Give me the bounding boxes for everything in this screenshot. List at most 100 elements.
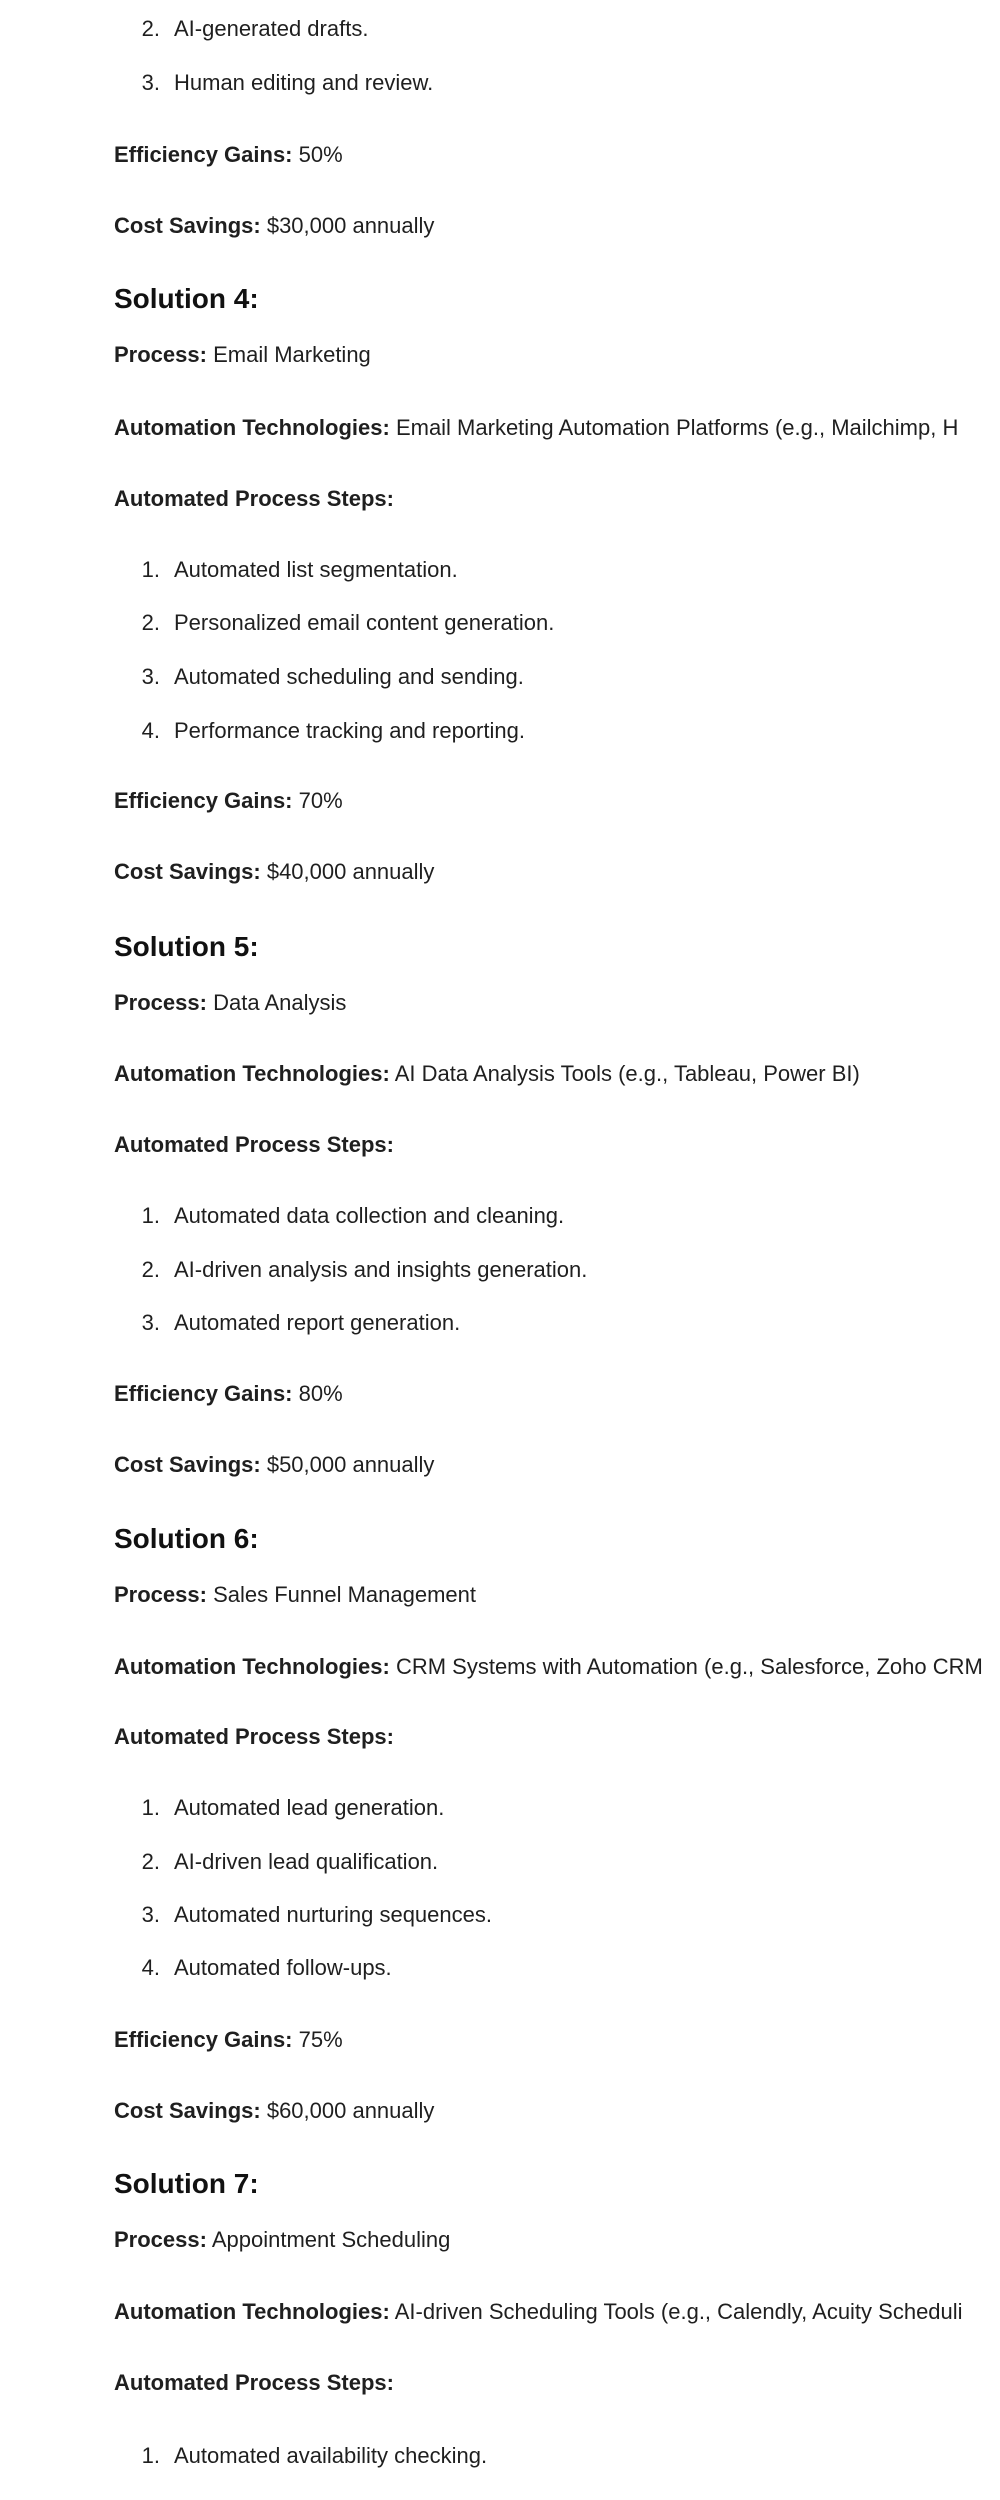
savings-label: Cost Savings: bbox=[114, 1452, 261, 1477]
list-item: 4. Performance tracking and reporting. bbox=[114, 716, 525, 746]
process-value: Email Marketing bbox=[213, 342, 371, 367]
list-item: 3. Automated nurturing sequences. bbox=[114, 1900, 492, 1930]
list-text: AI-driven lead qualification. bbox=[174, 1849, 439, 1874]
list-text: AI-generated drafts. bbox=[174, 16, 369, 41]
steps-heading: Automated Process Steps: bbox=[114, 1722, 394, 1752]
list-number: 3. bbox=[141, 1902, 160, 1927]
list-text: Automated data collection and cleaning. bbox=[174, 1203, 565, 1228]
solution-heading: Solution 5: bbox=[114, 931, 259, 962]
technologies-value: AI Data Analysis Tools (e.g., Tableau, P… bbox=[394, 1061, 860, 1086]
process-label: Process: bbox=[114, 1582, 207, 1607]
list-item: 1. Automated data collection and cleaning… bbox=[114, 1201, 565, 1231]
efficiency-gains: Efficiency Gains: 50% bbox=[114, 140, 343, 170]
list-text: Automated lead generation. bbox=[174, 1795, 445, 1820]
steps-label: Automated Process Steps: bbox=[114, 486, 394, 511]
list-text: Automated report generation. bbox=[174, 1310, 461, 1335]
technologies-line: Automation Technologies: Email Marketing… bbox=[114, 413, 958, 443]
process-value: Appointment Scheduling bbox=[211, 2227, 451, 2252]
document-content: 2. AI-generated drafts. 3. Human editing a… bbox=[0, 0, 1000, 2500]
efficiency-value: 50% bbox=[298, 142, 343, 167]
list-item: 1. Automated lead generation. bbox=[114, 1793, 445, 1823]
list-number: 4. bbox=[141, 718, 160, 743]
list-number: 2. bbox=[141, 1257, 160, 1282]
efficiency-label: Efficiency Gains: bbox=[114, 788, 293, 813]
process-line: Process: Sales Funnel Management bbox=[114, 1580, 476, 1610]
list-text: AI-driven analysis and insights generati… bbox=[174, 1257, 588, 1282]
technologies-label: Automation Technologies: bbox=[114, 1654, 390, 1679]
list-item: 3. Automated report generation. bbox=[114, 1308, 461, 1338]
efficiency-gains: Efficiency Gains: 80% bbox=[114, 1379, 343, 1409]
solution-heading: Solution 4: bbox=[114, 283, 259, 314]
efficiency-value: 70% bbox=[298, 788, 343, 813]
savings-label: Cost Savings: bbox=[114, 859, 261, 884]
process-line: Process: Email Marketing bbox=[114, 340, 371, 370]
technologies-line: Automation Technologies: AI-driven Sched… bbox=[114, 2297, 963, 2327]
list-number: 4. bbox=[141, 1955, 160, 1980]
process-line: Process: Appointment Scheduling bbox=[114, 2225, 450, 2255]
technologies-value: CRM Systems with Automation (e.g., Sales… bbox=[395, 1654, 983, 1679]
efficiency-label: Efficiency Gains: bbox=[114, 2027, 293, 2052]
savings-value: $50,000 annually bbox=[266, 1452, 435, 1477]
list-item: 3. Automated scheduling and sending. bbox=[114, 662, 524, 692]
efficiency-label: Efficiency Gains: bbox=[114, 1381, 293, 1406]
technologies-value: Email Marketing Automation Platforms (e.… bbox=[395, 415, 959, 440]
cost-savings: Cost Savings: $50,000 annually bbox=[114, 1450, 434, 1480]
process-line: Process: Data Analysis bbox=[114, 988, 346, 1018]
list-item: 2. AI-driven lead qualification. bbox=[114, 1847, 439, 1877]
cost-savings: Cost Savings: $60,000 annually bbox=[114, 2096, 434, 2126]
list-item: 2. Personalized email content generation. bbox=[114, 608, 555, 638]
savings-label: Cost Savings: bbox=[114, 2098, 261, 2123]
list-number: 2. bbox=[141, 16, 160, 41]
savings-value: $60,000 annually bbox=[266, 2098, 435, 2123]
process-value: Data Analysis bbox=[213, 990, 347, 1015]
list-item: 1. Automated list segmentation. bbox=[114, 555, 458, 585]
technologies-label: Automation Technologies: bbox=[114, 1061, 390, 1086]
technologies-line: Automation Technologies: CRM Systems wit… bbox=[114, 1652, 983, 1682]
list-text: Human editing and review. bbox=[174, 70, 434, 95]
list-text: Performance tracking and reporting. bbox=[174, 718, 525, 743]
list-number: 3. bbox=[141, 664, 160, 689]
list-text: Automated list segmentation. bbox=[174, 557, 458, 582]
process-value: Sales Funnel Management bbox=[213, 1582, 477, 1607]
list-text: Automated scheduling and sending. bbox=[174, 664, 524, 689]
list-item: 2. AI-generated drafts. bbox=[114, 14, 369, 44]
list-number: 1. bbox=[141, 1795, 160, 1820]
process-label: Process: bbox=[114, 342, 207, 367]
list-number: 2. bbox=[141, 610, 160, 635]
list-number: 3. bbox=[141, 1310, 160, 1335]
steps-heading: Automated Process Steps: bbox=[114, 484, 394, 514]
list-text: Automated nurturing sequences. bbox=[174, 1902, 492, 1927]
list-item: 3. Human editing and review. bbox=[114, 68, 434, 98]
list-item: 1. Automated availability checking. bbox=[114, 2441, 487, 2471]
list-number: 1. bbox=[141, 557, 160, 582]
savings-value: $30,000 annually bbox=[266, 213, 435, 238]
solution-heading: Solution 7: bbox=[114, 2168, 259, 2199]
list-text: Automated availability checking. bbox=[174, 2443, 488, 2468]
solution-heading: Solution 6: bbox=[114, 1523, 259, 1554]
list-text: Personalized email content generation. bbox=[174, 610, 555, 635]
savings-value: $40,000 annually bbox=[266, 859, 435, 884]
efficiency-gains: Efficiency Gains: 75% bbox=[114, 2025, 343, 2055]
list-item: 4. Automated follow-ups. bbox=[114, 1953, 392, 1983]
process-label: Process: bbox=[114, 2227, 207, 2252]
technologies-label: Automation Technologies: bbox=[114, 415, 390, 440]
list-number: 1. bbox=[141, 2443, 160, 2468]
efficiency-label: Efficiency Gains: bbox=[114, 142, 293, 167]
technologies-line: Automation Technologies: AI Data Analysi… bbox=[114, 1059, 860, 1089]
efficiency-value: 75% bbox=[298, 2027, 343, 2052]
technologies-label: Automation Technologies: bbox=[114, 2299, 390, 2324]
list-item: 2. AI-driven analysis and insights genera… bbox=[114, 1255, 588, 1285]
list-number: 3. bbox=[141, 70, 160, 95]
steps-label: Automated Process Steps: bbox=[114, 1724, 394, 1749]
steps-label: Automated Process Steps: bbox=[114, 1132, 394, 1157]
technologies-value: AI-driven Scheduling Tools (e.g., Calend… bbox=[394, 2299, 963, 2324]
cost-savings: Cost Savings: $30,000 annually bbox=[114, 211, 434, 241]
list-number: 1. bbox=[141, 1203, 160, 1228]
steps-heading: Automated Process Steps: bbox=[114, 1130, 394, 1160]
list-number: 2. bbox=[141, 1849, 160, 1874]
cost-savings: Cost Savings: $40,000 annually bbox=[114, 857, 434, 887]
list-text: Automated follow-ups. bbox=[174, 1955, 392, 1980]
steps-heading: Automated Process Steps: bbox=[114, 2368, 394, 2398]
efficiency-value: 80% bbox=[298, 1381, 343, 1406]
savings-label: Cost Savings: bbox=[114, 213, 261, 238]
